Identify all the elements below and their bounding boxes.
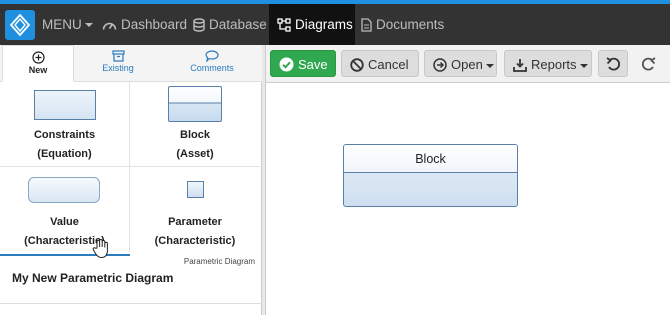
panel-tabs: New Existing Comments xyxy=(0,45,262,82)
diagram-toolbar: Save Cancel Open Reports xyxy=(266,45,670,83)
tool-sublabel: (Characteristic) xyxy=(154,235,236,247)
database-icon xyxy=(193,18,205,33)
tool-sublabel: (Asset) xyxy=(176,148,214,160)
top-nav-bar: MENU Dashboard Database Diagrams Documen… xyxy=(0,0,670,45)
plus-circle-icon xyxy=(31,51,45,64)
block-shape-icon xyxy=(168,86,222,122)
tool-sublabel: (Equation) xyxy=(37,148,92,160)
nav-diagrams[interactable]: Diagrams xyxy=(269,4,355,45)
parameter-shape-icon xyxy=(187,181,204,198)
selection-underline xyxy=(0,254,130,256)
divider xyxy=(0,303,262,304)
tab-existing[interactable]: Existing xyxy=(80,45,156,82)
tool-label: Block xyxy=(180,129,210,141)
constraint-shape-icon xyxy=(34,90,96,120)
tab-new[interactable]: New xyxy=(2,45,74,82)
undo-button[interactable] xyxy=(598,50,628,77)
document-icon xyxy=(361,18,372,33)
chevron-down-icon xyxy=(485,63,494,68)
hand-cursor-icon xyxy=(92,239,108,259)
tool-parameter[interactable]: Parameter (Characteristic) xyxy=(130,167,260,252)
block-title: Block xyxy=(344,145,517,173)
tool-constraints[interactable]: Constraints (Equation) xyxy=(0,82,130,167)
chevron-down-icon xyxy=(84,23,93,28)
save-button[interactable]: Save xyxy=(270,50,336,77)
nav-database[interactable]: Database xyxy=(193,4,267,45)
tool-label: Constraints xyxy=(33,129,96,141)
open-dropdown-button[interactable]: Open xyxy=(424,50,497,77)
nav-documents[interactable]: Documents xyxy=(361,4,444,45)
panel-splitter[interactable] xyxy=(262,45,266,315)
app-logo-icon[interactable] xyxy=(5,10,35,40)
diagram-name[interactable]: My New Parametric Diagram xyxy=(12,271,173,285)
arrow-circle-right-icon xyxy=(433,57,447,72)
ban-icon xyxy=(350,57,364,72)
chevron-down-icon xyxy=(579,63,588,68)
menu-button[interactable]: MENU xyxy=(42,4,93,45)
comments-icon xyxy=(205,50,219,62)
cancel-button[interactable]: Cancel xyxy=(341,50,419,77)
nav-dashboard[interactable]: Dashboard xyxy=(102,4,187,45)
diagram-block[interactable]: Block xyxy=(343,144,518,207)
reports-dropdown-button[interactable]: Reports xyxy=(504,50,592,77)
diagram-type-label: Parametric Diagram xyxy=(183,257,255,266)
dashboard-icon xyxy=(102,23,117,31)
tool-panel: New Existing Comments Constraints (Equat… xyxy=(0,45,262,315)
tool-label: Value xyxy=(50,216,79,228)
archive-icon xyxy=(111,50,125,62)
tool-label: Parameter xyxy=(168,216,222,228)
value-shape-icon xyxy=(28,177,100,203)
tool-block[interactable]: Block (Asset) xyxy=(130,82,260,167)
check-circle-icon xyxy=(279,57,294,72)
redo-button[interactable] xyxy=(632,50,664,77)
diagram-icon xyxy=(277,18,291,33)
download-icon xyxy=(513,58,527,72)
tab-comments[interactable]: Comments xyxy=(170,45,254,82)
tool-value[interactable]: Value (Characteristic) xyxy=(0,167,130,252)
redo-icon xyxy=(641,57,656,71)
undo-icon xyxy=(606,57,621,71)
